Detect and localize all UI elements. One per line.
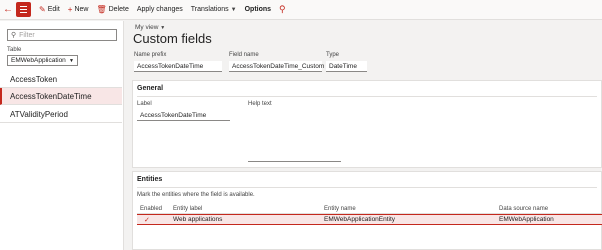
type-label: Type [326,52,340,58]
fields-list-pane: ⚲ Filter Table EMWebApplication ▼ Access… [0,21,124,250]
options-tab[interactable]: Options [241,0,275,20]
entities-section: Entities Mark the entities where the fie… [132,171,602,250]
table-row[interactable]: ✓ Web applications EMWebApplicationEntit… [137,214,602,225]
column-header-data-source-name[interactable]: Data source name [499,206,599,212]
new-button[interactable]: + New [64,0,93,20]
search-icon: ⚲ [11,32,17,39]
column-header-entity-label[interactable]: Entity label [173,206,324,212]
section-divider [137,96,597,97]
chevron-down-icon: ▼ [69,57,74,64]
view-selector[interactable]: My view ▼ [135,24,165,31]
apply-changes-button[interactable]: Apply changes [133,0,187,20]
general-title[interactable]: General [133,81,601,92]
plus-icon: + [67,5,73,14]
help-text-field[interactable] [248,161,341,162]
hamburger-menu-icon[interactable] [16,2,31,17]
column-header-enabled[interactable]: Enabled [137,206,173,212]
name-prefix-label: Name prefix [134,52,167,58]
search-icon[interactable]: ⚲ [275,4,290,15]
general-section: General Label AccessTokenDateTime Help t… [132,80,602,168]
table-select[interactable]: EMWebApplication ▼ [7,55,78,66]
type-field[interactable]: DateTime [326,61,367,72]
section-divider [137,187,597,188]
entity-label-cell: Web applications [173,216,223,223]
translations-menu[interactable]: Translations ▼ [187,0,241,20]
entities-hint: Mark the entities where the field is ava… [137,192,255,198]
label-field-label: Label [137,101,152,107]
data-source-cell: EMWebApplication [499,216,554,223]
list-item-selected[interactable]: AccessTokenDateTime [0,88,122,105]
details-pane: My view ▼ Custom fields Name prefix Acce… [125,21,602,250]
filter-input[interactable]: ⚲ Filter [7,29,117,41]
action-pane: ← ✎ Edit + New 🗑 Delete Apply changes Trans… [0,0,602,20]
entity-name-cell: EMWebApplicationEntity [324,216,396,223]
back-arrow-icon[interactable]: ← [0,0,16,20]
label-field[interactable]: AccessTokenDateTime [137,110,230,121]
entities-title[interactable]: Entities [133,172,601,183]
field-name-label: Field name [229,52,259,58]
checkmark-icon[interactable]: ✓ [140,217,150,224]
help-text-label: Help text [248,101,272,107]
trash-icon: 🗑 [96,5,107,14]
entities-grid-header: Enabled Entity label Entity name Data so… [137,204,602,214]
delete-button[interactable]: 🗑 Delete [92,0,132,20]
edit-button[interactable]: ✎ Edit [35,0,64,20]
list-item[interactable]: AccessToken [0,71,122,88]
table-label: Table [7,47,22,53]
column-header-entity-name[interactable]: Entity name [324,206,499,212]
page-title: Custom fields [133,31,212,46]
name-prefix-field[interactable]: AccessTokenDateTime [134,61,222,72]
list-item[interactable]: ATValidityPeriod [0,106,122,123]
field-name-field[interactable]: AccessTokenDateTime_Custom [229,61,324,72]
pencil-icon: ✎ [39,5,46,14]
chevron-down-icon: ▼ [230,6,237,13]
